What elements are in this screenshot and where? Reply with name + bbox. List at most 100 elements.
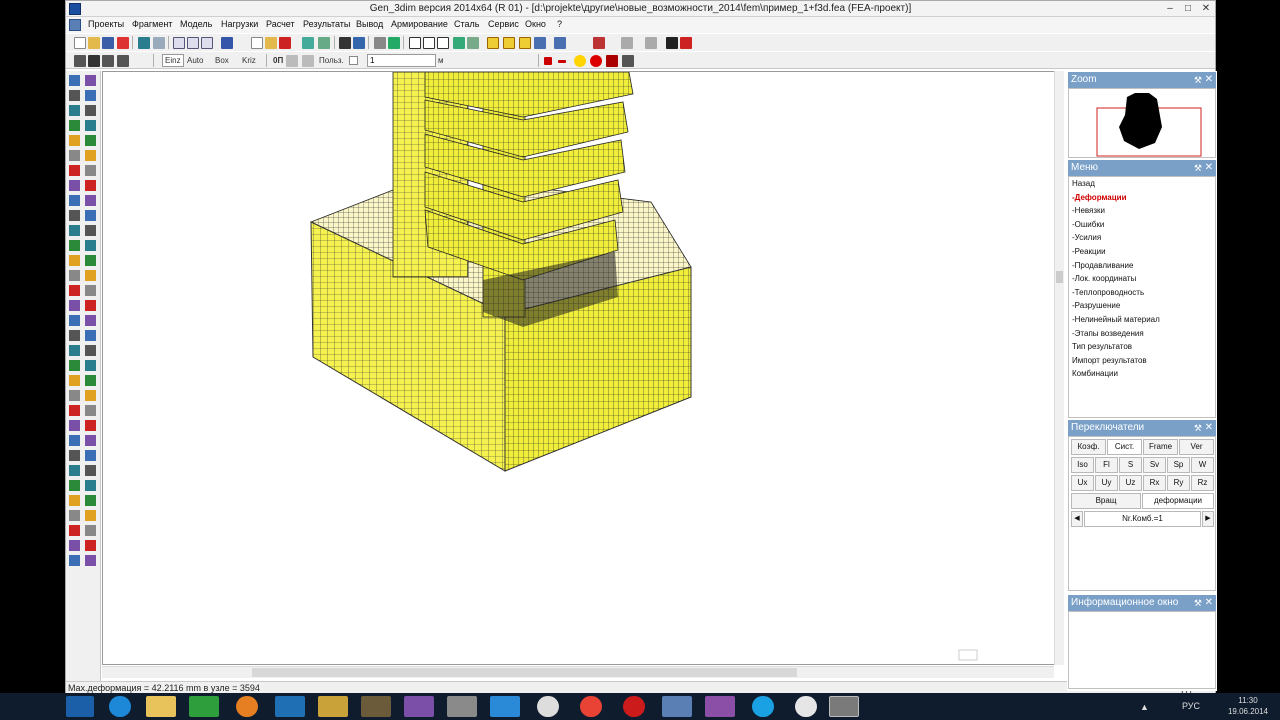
menu-item-back[interactable]: Назад	[1069, 177, 1215, 191]
menu-results[interactable]: Результаты	[303, 19, 350, 29]
load-icon[interactable]	[265, 37, 277, 49]
switch-s[interactable]: S	[1119, 457, 1142, 473]
menu-item-errors[interactable]: -Ошибки	[1069, 218, 1215, 232]
close-icon[interactable]: ✕	[1205, 420, 1213, 436]
app-6-icon[interactable]	[662, 696, 692, 717]
switch-ry[interactable]: Ry	[1167, 475, 1190, 491]
mesh-icon[interactable]	[467, 37, 479, 49]
switch-rotation[interactable]: Вращ	[1071, 493, 1141, 509]
grid-tool-icon[interactable]	[318, 37, 330, 49]
menu-steel[interactable]: Сталь	[454, 19, 479, 29]
delete-icon[interactable]	[117, 37, 129, 49]
target-icon[interactable]	[554, 37, 566, 49]
pin-icon[interactable]: ⚒	[1194, 420, 1202, 436]
menu-item-reactions[interactable]: -Реакции	[1069, 245, 1215, 259]
mode-kriz-button[interactable]: Kriz	[242, 56, 256, 65]
check-icon[interactable]	[279, 37, 291, 49]
app-2-icon[interactable]	[361, 696, 391, 717]
app-8-icon[interactable]	[795, 696, 817, 717]
maximize-button[interactable]: □	[1179, 1, 1197, 17]
picture-icon[interactable]	[388, 37, 400, 49]
menu-item-punching[interactable]: -Продавливание	[1069, 259, 1215, 273]
switch-uz[interactable]: Uz	[1119, 475, 1142, 491]
switch-sv[interactable]: Sv	[1143, 457, 1166, 473]
camera-icon[interactable]	[74, 55, 86, 67]
start-button[interactable]	[66, 696, 94, 717]
lambda-icon[interactable]	[666, 37, 678, 49]
close-icon[interactable]: ✕	[1205, 72, 1213, 88]
spreadsheet-icon[interactable]	[189, 696, 219, 717]
element-select-icon[interactable]	[102, 55, 114, 67]
menu-model[interactable]: Модель	[180, 19, 212, 29]
ie-icon[interactable]	[109, 696, 131, 717]
page-icon[interactable]	[251, 37, 263, 49]
grid-b-icon[interactable]	[423, 37, 435, 49]
menu-item-residuals[interactable]: -Невязки	[1069, 204, 1215, 218]
highlight-icon[interactable]	[487, 37, 499, 49]
stop-icon[interactable]	[680, 37, 692, 49]
pin-icon[interactable]: ⚒	[1194, 160, 1202, 176]
zoom-all-icon[interactable]	[201, 37, 213, 49]
app-3-icon[interactable]	[404, 696, 434, 717]
menu-help[interactable]: ?	[557, 19, 562, 29]
switch-w[interactable]: W	[1191, 457, 1214, 473]
print-icon[interactable]	[622, 55, 634, 67]
pin-icon[interactable]: ⚒	[1194, 72, 1202, 88]
menu-item-stages[interactable]: -Этапы возведения	[1069, 327, 1215, 341]
tree-icon[interactable]	[302, 37, 314, 49]
open-folder-icon[interactable]	[88, 37, 100, 49]
skype-icon[interactable]	[752, 696, 774, 717]
clock-date[interactable]: 19.06.2014	[1218, 707, 1278, 716]
app-7-icon[interactable]	[705, 696, 735, 717]
close-icon[interactable]: ✕	[1205, 160, 1213, 176]
zoom-out-icon[interactable]	[187, 37, 199, 49]
switch-coef[interactable]: Коэф.	[1071, 439, 1106, 455]
menu-window[interactable]: Окно	[525, 19, 546, 29]
switch-rz[interactable]: Rz	[1191, 475, 1214, 491]
language-indicator[interactable]: РУС	[1182, 701, 1200, 711]
menu-item-combinations[interactable]: Комбинации	[1069, 367, 1215, 381]
new-file-icon[interactable]	[74, 37, 86, 49]
info-icon[interactable]	[537, 696, 559, 717]
layers-icon[interactable]	[138, 37, 150, 49]
opera-icon[interactable]	[623, 696, 645, 717]
media-icon[interactable]	[236, 696, 258, 717]
explorer-icon[interactable]	[146, 696, 176, 717]
menu-fragment[interactable]: Фрагмент	[132, 19, 172, 29]
menu-item-nonlinear[interactable]: -Нелинейный материал	[1069, 313, 1215, 327]
arrow-icon[interactable]	[339, 37, 351, 49]
toggle-button[interactable]: 0П	[273, 56, 283, 65]
zoom-in-icon[interactable]	[173, 37, 185, 49]
switch-ux[interactable]: Ux	[1071, 475, 1094, 491]
axes-icon[interactable]	[453, 37, 465, 49]
app-1-icon[interactable]	[318, 696, 348, 717]
switch-iso[interactable]: Iso	[1071, 457, 1094, 473]
vertical-scrollbar[interactable]	[1054, 71, 1064, 665]
value-input[interactable]	[367, 54, 436, 67]
app-4-icon[interactable]	[447, 696, 477, 717]
tray-arrow-icon[interactable]: ▲	[1140, 702, 1149, 712]
menu-item-deformations[interactable]: -Деформации	[1069, 191, 1215, 205]
model-viewport[interactable]	[102, 71, 1064, 665]
copy-icon[interactable]	[353, 37, 365, 49]
outlook-icon[interactable]	[275, 696, 305, 717]
combo-prev-button[interactable]: ◀	[1071, 511, 1083, 527]
h-icon[interactable]	[519, 37, 531, 49]
pin-icon[interactable]: ⚒	[1194, 595, 1202, 611]
gen3dim-taskbar-icon[interactable]	[829, 696, 859, 717]
measure-icon[interactable]	[286, 55, 298, 67]
mode-einz-button[interactable]: Einz	[162, 54, 184, 67]
bulb-icon[interactable]	[574, 55, 586, 67]
user-checkbox[interactable]	[349, 56, 358, 65]
undo-icon[interactable]	[621, 37, 633, 49]
view-icon[interactable]	[593, 37, 605, 49]
menu-projects[interactable]: Проекты	[88, 19, 124, 29]
switch-rx[interactable]: Rx	[1143, 475, 1166, 491]
switch-ver[interactable]: Ver	[1179, 439, 1214, 455]
clock-time[interactable]: 11:30	[1218, 696, 1278, 705]
menu-item-forces[interactable]: -Усилия	[1069, 231, 1215, 245]
select-icon[interactable]	[503, 37, 515, 49]
link-icon[interactable]	[606, 55, 618, 67]
save-icon[interactable]	[102, 37, 114, 49]
group-select-icon[interactable]	[117, 55, 129, 67]
